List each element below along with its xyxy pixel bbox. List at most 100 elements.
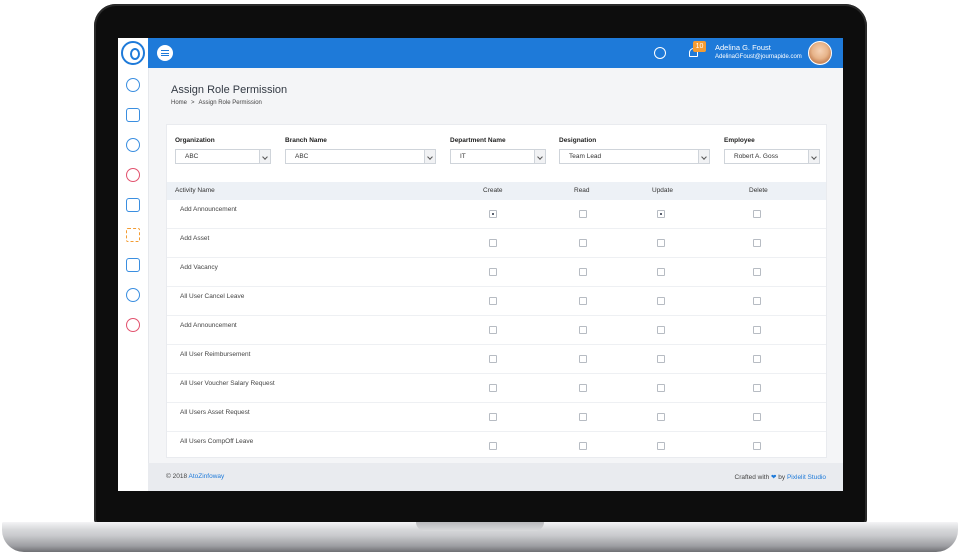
activity-name: All Users Asset Request <box>180 409 250 416</box>
crafted-link[interactable]: Pixlelit Studio <box>787 474 826 481</box>
employee-label: Employee <box>724 137 755 144</box>
read-checkbox[interactable] <box>579 442 587 450</box>
chevron-down-icon <box>808 150 819 163</box>
logo-icon[interactable] <box>121 41 145 65</box>
permission-card: Organization ABC Branch Name ABC Departm… <box>166 124 827 458</box>
read-checkbox[interactable] <box>579 384 587 392</box>
department-name-select[interactable]: IT <box>450 149 546 164</box>
create-checkbox[interactable] <box>489 413 497 421</box>
update-checkbox[interactable] <box>657 326 665 334</box>
designation-value: Team Lead <box>569 153 602 160</box>
update-checkbox[interactable] <box>657 268 665 276</box>
page-title: Assign Role Permission <box>171 84 288 96</box>
chevron-down-icon <box>424 150 435 163</box>
crafted-by: by <box>778 474 786 481</box>
calendar-icon[interactable] <box>126 108 140 122</box>
create-checkbox[interactable] <box>489 268 497 276</box>
delete-checkbox[interactable] <box>753 239 761 247</box>
menu-toggle-button[interactable] <box>157 45 173 61</box>
menu-line-icon <box>161 52 169 54</box>
activity-name: All Users CompOff Leave <box>180 438 254 445</box>
table-row: Add Announcement <box>167 316 826 345</box>
read-checkbox[interactable] <box>579 297 587 305</box>
activity-name: All User Reimbursement <box>180 351 251 358</box>
delete-checkbox[interactable] <box>753 268 761 276</box>
table-header: Activity Name Create Read Update Delete <box>167 182 826 200</box>
employee-select[interactable]: Robert A. Goss <box>724 149 820 164</box>
delete-checkbox[interactable] <box>753 384 761 392</box>
crafted-prefix: Crafted with <box>734 474 770 481</box>
read-checkbox[interactable] <box>579 210 587 218</box>
designation-select[interactable]: Team Lead <box>559 149 710 164</box>
header-update: Update <box>652 187 673 194</box>
department-name-label: Department Name <box>450 137 506 144</box>
delete-checkbox[interactable] <box>753 442 761 450</box>
copyright: © 2018 AtoZinfoway <box>166 473 224 480</box>
table-row: Add Asset <box>167 229 826 258</box>
update-checkbox[interactable] <box>657 210 665 218</box>
chat-icon[interactable] <box>126 288 140 302</box>
read-checkbox[interactable] <box>579 239 587 247</box>
update-checkbox[interactable] <box>657 297 665 305</box>
app-screen: 10 Adelina G. Foust AdelinaGFoust@journa… <box>118 38 843 491</box>
notification-badge[interactable]: 10 <box>693 41 706 52</box>
create-checkbox[interactable] <box>489 297 497 305</box>
header-delete: Delete <box>749 187 768 194</box>
copyright-prefix: © 2018 <box>166 473 188 480</box>
read-checkbox[interactable] <box>579 268 587 276</box>
dashboard-icon[interactable] <box>126 78 140 92</box>
breadcrumb-home[interactable]: Home <box>171 100 187 106</box>
activity-name: Add Announcement <box>180 322 237 329</box>
create-checkbox[interactable] <box>489 384 497 392</box>
update-checkbox[interactable] <box>657 442 665 450</box>
topbar: 10 Adelina G. Foust AdelinaGFoust@journa… <box>148 38 843 68</box>
activity-name: All User Voucher Salary Request <box>180 380 275 387</box>
user-name[interactable]: Adelina G. Foust <box>715 43 771 52</box>
team-icon[interactable] <box>126 228 140 242</box>
delete-checkbox[interactable] <box>753 210 761 218</box>
create-checkbox[interactable] <box>489 239 497 247</box>
users-icon[interactable] <box>126 138 140 152</box>
organization-select[interactable]: ABC <box>175 149 271 164</box>
footer: © 2018 AtoZinfoway Crafted with ❤ by Pix… <box>148 463 843 491</box>
breadcrumb: Home > Assign Role Permission <box>171 100 262 106</box>
header-create: Create <box>483 187 503 194</box>
delete-checkbox[interactable] <box>753 326 761 334</box>
crafted-credit: Crafted with ❤ by Pixlelit Studio <box>735 473 826 481</box>
heart-icon: ❤ <box>771 474 777 481</box>
read-checkbox[interactable] <box>579 355 587 363</box>
help-icon[interactable] <box>654 47 666 59</box>
chevron-down-icon <box>698 150 709 163</box>
create-checkbox[interactable] <box>489 442 497 450</box>
transfer-icon[interactable] <box>126 258 140 272</box>
menu-line-icon <box>161 50 169 52</box>
organization-value: ABC <box>185 153 199 160</box>
delete-checkbox[interactable] <box>753 297 761 305</box>
create-checkbox[interactable] <box>489 326 497 334</box>
table-row: All User Reimbursement <box>167 345 826 374</box>
menu-line-icon <box>161 55 169 57</box>
update-checkbox[interactable] <box>657 384 665 392</box>
handshake-icon[interactable] <box>126 168 140 182</box>
read-checkbox[interactable] <box>579 326 587 334</box>
table-row: All User Cancel Leave <box>167 287 826 316</box>
read-checkbox[interactable] <box>579 413 587 421</box>
branch-name-select[interactable]: ABC <box>285 149 436 164</box>
laptop-notch <box>416 522 544 531</box>
update-checkbox[interactable] <box>657 239 665 247</box>
avatar[interactable] <box>808 41 832 65</box>
copyright-link[interactable]: AtoZinfoway <box>189 473 225 480</box>
branch-name-label: Branch Name <box>285 137 327 144</box>
create-checkbox[interactable] <box>489 355 497 363</box>
create-checkbox[interactable] <box>489 210 497 218</box>
document-icon[interactable] <box>126 198 140 212</box>
activity-name: Add Vacancy <box>180 264 218 271</box>
support-icon[interactable] <box>126 318 140 332</box>
delete-checkbox[interactable] <box>753 413 761 421</box>
branch-name-value: ABC <box>295 153 309 160</box>
delete-checkbox[interactable] <box>753 355 761 363</box>
update-checkbox[interactable] <box>657 413 665 421</box>
table-row: Add Vacancy <box>167 258 826 287</box>
update-checkbox[interactable] <box>657 355 665 363</box>
table-row: All User Voucher Salary Request <box>167 374 826 403</box>
